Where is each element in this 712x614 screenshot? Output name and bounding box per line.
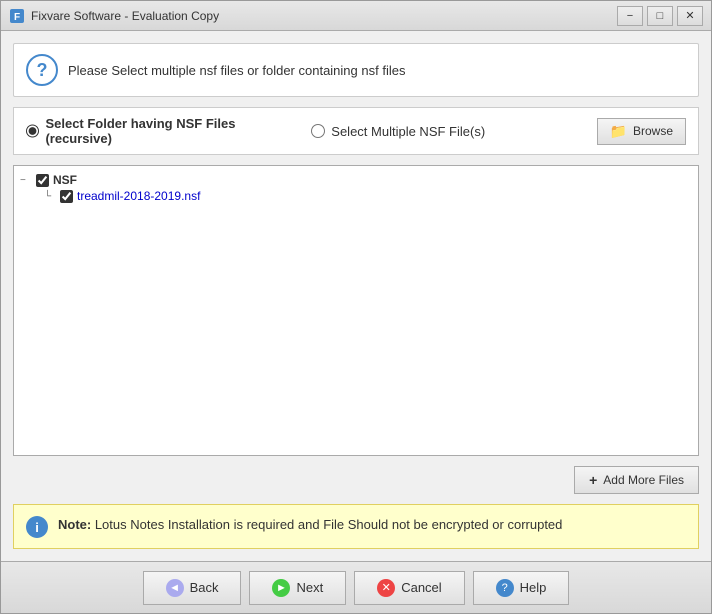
next-label: Next — [296, 580, 323, 595]
svg-text:F: F — [14, 12, 20, 23]
close-button[interactable]: ✕ — [677, 6, 703, 26]
cancel-button[interactable]: ✕ Cancel — [354, 571, 464, 605]
note-text: Note: Lotus Notes Installation is requir… — [58, 515, 562, 535]
file-tree[interactable]: − NSF └ treadmil-2018-2019.nsf — [13, 165, 699, 456]
radio-files-label[interactable]: Select Multiple NSF File(s) — [331, 124, 485, 139]
browse-folder-icon: 📁 — [610, 123, 627, 140]
header-section: ? Please Select multiple nsf files or fo… — [13, 43, 699, 97]
note-info-icon: i — [26, 516, 48, 538]
radio-folder[interactable] — [26, 124, 39, 138]
next-button[interactable]: ► Next — [249, 571, 346, 605]
title-bar: F Fixvare Software - Evaluation Copy − □… — [1, 1, 711, 31]
browse-button[interactable]: 📁 Browse — [597, 118, 686, 145]
window-title: Fixvare Software - Evaluation Copy — [31, 9, 617, 23]
next-icon: ► — [272, 579, 290, 597]
add-files-plus-icon: + — [589, 472, 597, 488]
header-info-icon: ? — [26, 54, 58, 86]
main-window: F Fixvare Software - Evaluation Copy − □… — [0, 0, 712, 614]
tree-child-label: treadmil-2018-2019.nsf — [77, 189, 200, 203]
cancel-icon: ✕ — [377, 579, 395, 597]
window-controls: − □ ✕ — [617, 6, 703, 26]
tree-root-label: NSF — [53, 173, 77, 187]
tree-child-container: └ treadmil-2018-2019.nsf — [44, 188, 692, 204]
add-files-label: Add More Files — [603, 473, 684, 487]
cancel-label: Cancel — [401, 580, 441, 595]
add-more-files-button[interactable]: + Add More Files — [574, 466, 699, 494]
minimize-button[interactable]: − — [617, 6, 643, 26]
tree-root-node[interactable]: − NSF — [20, 172, 692, 188]
note-section: i Note: Lotus Notes Installation is requ… — [13, 504, 699, 549]
radio-folder-label[interactable]: Select Folder having NSF Files (recursiv… — [45, 116, 295, 146]
radio-files[interactable] — [311, 124, 325, 138]
footer-bar: ◄ Back ► Next ✕ Cancel ? Help — [1, 561, 711, 613]
header-text: Please Select multiple nsf files or fold… — [68, 63, 405, 78]
tree-child-checkbox[interactable] — [60, 190, 73, 203]
app-icon: F — [9, 8, 25, 24]
radio-row: Select Folder having NSF Files (recursiv… — [13, 107, 699, 155]
content-area: ? Please Select multiple nsf files or fo… — [1, 31, 711, 561]
maximize-button[interactable]: □ — [647, 6, 673, 26]
tree-root-checkbox[interactable] — [36, 174, 49, 187]
tree-expand-icon[interactable]: − — [20, 175, 32, 186]
add-files-row: + Add More Files — [13, 466, 699, 494]
note-prefix: Note: — [58, 517, 91, 532]
note-body: Lotus Notes Installation is required and… — [91, 517, 562, 532]
browse-label: Browse — [633, 124, 673, 138]
tree-child-indent: └ — [44, 191, 56, 202]
radio-group-2: Select Multiple NSF File(s) — [311, 124, 580, 139]
back-label: Back — [190, 580, 219, 595]
help-label: Help — [520, 580, 547, 595]
tree-child-node[interactable]: └ treadmil-2018-2019.nsf — [44, 188, 692, 204]
back-button[interactable]: ◄ Back — [143, 571, 242, 605]
help-button[interactable]: ? Help — [473, 571, 570, 605]
back-icon: ◄ — [166, 579, 184, 597]
radio-group-1: Select Folder having NSF Files (recursiv… — [26, 116, 295, 146]
help-icon: ? — [496, 579, 514, 597]
